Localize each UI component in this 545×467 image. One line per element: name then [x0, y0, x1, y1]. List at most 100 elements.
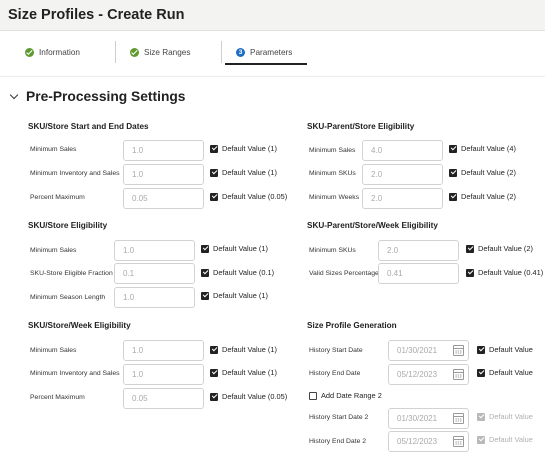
- default-value-checkbox[interactable]: Default Value (1): [210, 168, 277, 177]
- default-value-checkbox[interactable]: Default Value: [477, 435, 533, 444]
- minimum-sales-input[interactable]: 1.0: [114, 240, 195, 261]
- checkbox-label: Default Value (2): [461, 192, 516, 201]
- tab-information[interactable]: Information: [25, 41, 80, 63]
- minimum-sales-input[interactable]: 4.0: [362, 140, 443, 161]
- minimum-skus-input[interactable]: 2.0: [378, 240, 459, 261]
- checkbox-checked-icon: [477, 435, 485, 444]
- checkbox-label: Default Value (1): [213, 244, 268, 253]
- group-title-parent-store-eligibility: SKU-Parent/Store Eligibility: [307, 122, 415, 131]
- default-value-checkbox[interactable]: Default Value (2): [466, 244, 533, 253]
- percent-maximum-input[interactable]: 0.05: [123, 388, 204, 409]
- tab-divider: [221, 41, 222, 63]
- page-title: Size Profiles - Create Run: [8, 7, 185, 23]
- minimum-weeks-input[interactable]: 2.0: [362, 188, 443, 209]
- checkbox-label: Default Value (0.05): [222, 192, 288, 201]
- valid-sizes-percentage-input[interactable]: 0.41: [378, 263, 459, 284]
- checkbox-label: Default Value: [489, 345, 533, 354]
- tabs-divider: [0, 76, 545, 77]
- group-title-parent-store-week-eligibility: SKU-Parent/Store/Week Eligibility: [307, 221, 438, 230]
- default-value-checkbox[interactable]: Default Value (1): [201, 244, 268, 253]
- eligible-fraction-input[interactable]: 0.1: [114, 263, 195, 284]
- active-tab-indicator: [225, 63, 307, 65]
- tab-size-ranges-label: Size Ranges: [144, 47, 191, 57]
- default-value-checkbox[interactable]: Default Value (0.1): [201, 268, 274, 277]
- history-start-date-input[interactable]: 01/30/2021: [388, 340, 469, 361]
- minimum-sales-input[interactable]: 1.0: [123, 340, 204, 361]
- checkbox-checked-icon: [477, 368, 485, 377]
- checkbox-label: Default Value (2): [478, 244, 533, 253]
- pre-processing-section-toggle[interactable]: Pre-Processing Settings: [9, 89, 185, 104]
- field-label: Minimum SKUs: [309, 170, 356, 177]
- checkbox-checked-icon: [210, 144, 218, 153]
- default-value-checkbox[interactable]: Default Value (0.05): [210, 192, 287, 201]
- default-value-checkbox[interactable]: Default Value: [477, 368, 533, 377]
- tab-size-ranges[interactable]: Size Ranges: [130, 41, 190, 63]
- default-value-checkbox[interactable]: Default Value (0.41): [466, 268, 543, 277]
- checkbox-label: Default Value (2): [461, 168, 516, 177]
- minimum-sales-input[interactable]: 1.0: [123, 140, 204, 161]
- checkbox-checked-icon: [449, 144, 457, 153]
- checkbox-checked-icon: [210, 392, 218, 401]
- field-label: Minimum Sales: [30, 247, 77, 254]
- checkbox-label: Add Date Range 2: [321, 391, 382, 400]
- calendar-icon[interactable]: [453, 345, 464, 356]
- checkbox-label: Default Value (1): [222, 168, 277, 177]
- page-header: Size Profiles - Create Run: [0, 0, 545, 31]
- default-value-checkbox[interactable]: Default Value (1): [210, 144, 277, 153]
- tab-parameters-label: Parameters: [250, 47, 293, 57]
- checkbox-checked-icon: [210, 192, 218, 201]
- checkbox-label: Default Value (0.05): [222, 392, 288, 401]
- checkbox-checked-icon: [449, 168, 457, 177]
- default-value-checkbox[interactable]: Default Value (0.05): [210, 392, 287, 401]
- field-label: Minimum Sales: [30, 146, 77, 153]
- percent-maximum-input[interactable]: 0.05: [123, 188, 204, 209]
- check-circle-icon: [25, 47, 34, 57]
- date-value: 05/12/2023: [397, 437, 438, 446]
- checkbox-label: Default Value: [489, 412, 533, 421]
- wizard-tabs: Information Size Ranges 3 Parameters: [0, 33, 545, 67]
- calendar-icon[interactable]: [453, 369, 464, 380]
- field-label: SKU-Store Eligible Fraction: [30, 270, 113, 277]
- step-number-icon: 3: [236, 47, 245, 57]
- checkbox-label: Default Value (1): [222, 144, 277, 153]
- field-label: Percent Maximum: [30, 394, 85, 401]
- field-label: History End Date: [309, 370, 361, 377]
- minimum-inventory-sales-input[interactable]: 1.0: [123, 364, 204, 385]
- history-end-date-2-input[interactable]: 05/12/2023: [388, 431, 469, 452]
- default-value-checkbox[interactable]: Default Value (1): [210, 345, 277, 354]
- group-title-sku-store-week-eligibility: SKU/Store/Week Eligibility: [28, 321, 131, 330]
- default-value-checkbox[interactable]: Default Value (4): [449, 144, 516, 153]
- checkbox-checked-icon: [466, 268, 474, 277]
- checkbox-checked-icon: [210, 168, 218, 177]
- default-value-checkbox[interactable]: Default Value: [477, 412, 533, 421]
- date-value: 01/30/2021: [397, 346, 438, 355]
- minimum-season-length-input[interactable]: 1.0: [114, 287, 195, 308]
- default-value-checkbox[interactable]: Default Value (2): [449, 168, 516, 177]
- default-value-checkbox[interactable]: Default Value (1): [201, 291, 268, 300]
- field-label: Minimum SKUs: [309, 247, 356, 254]
- minimum-inventory-sales-input[interactable]: 1.0: [123, 164, 204, 185]
- add-date-range-2-checkbox[interactable]: Add Date Range 2: [309, 391, 382, 400]
- checkbox-unchecked-icon: [309, 391, 317, 400]
- tab-parameters[interactable]: 3 Parameters: [236, 41, 292, 63]
- default-value-checkbox[interactable]: Default Value: [477, 345, 533, 354]
- checkbox-label: Default Value: [489, 435, 533, 444]
- checkbox-label: Default Value: [489, 368, 533, 377]
- default-value-checkbox[interactable]: Default Value (1): [210, 368, 277, 377]
- checkbox-checked-icon: [210, 368, 218, 377]
- checkbox-checked-icon: [201, 244, 209, 253]
- checkbox-checked-icon: [201, 291, 209, 300]
- history-end-date-input[interactable]: 05/12/2023: [388, 364, 469, 385]
- default-value-checkbox[interactable]: Default Value (2): [449, 192, 516, 201]
- calendar-icon[interactable]: [453, 413, 464, 424]
- history-start-date-2-input[interactable]: 01/30/2021: [388, 408, 469, 429]
- date-value: 05/12/2023: [397, 370, 438, 379]
- checkbox-label: Default Value (4): [461, 144, 516, 153]
- checkbox-label: Default Value (0.41): [478, 268, 544, 277]
- checkbox-checked-icon: [449, 192, 457, 201]
- checkbox-label: Default Value (1): [222, 345, 277, 354]
- field-label: Valid Sizes Percentage: [309, 270, 379, 277]
- minimum-skus-input[interactable]: 2.0: [362, 164, 443, 185]
- check-circle-icon: [130, 47, 139, 57]
- calendar-icon[interactable]: [453, 436, 464, 447]
